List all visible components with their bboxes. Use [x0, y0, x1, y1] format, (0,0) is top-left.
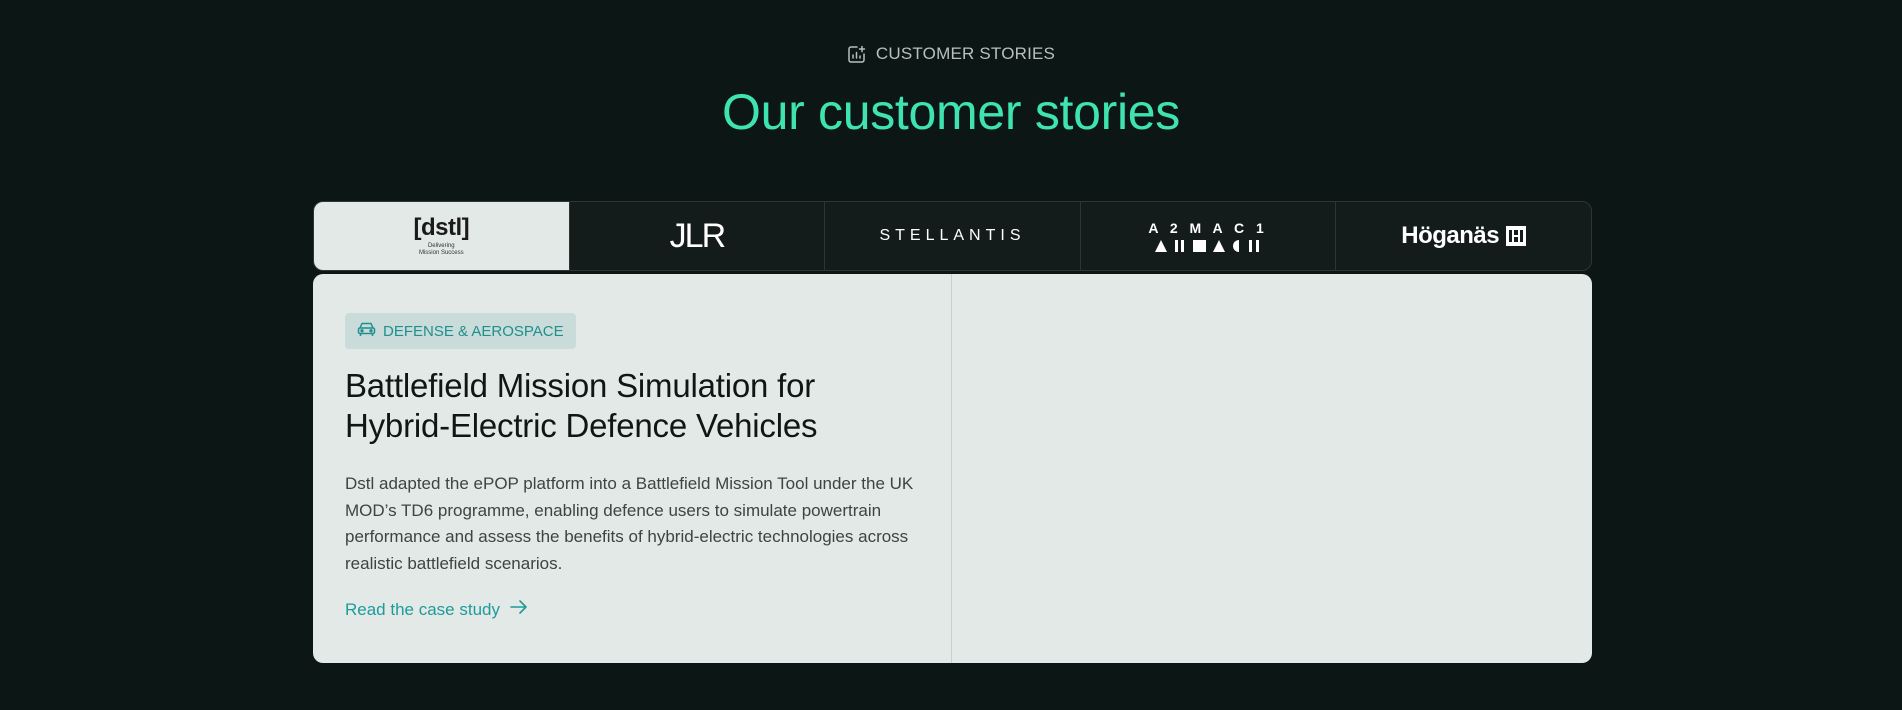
customer-logo-tabs: [dstl] Delivering Mission Success JLR ST… — [313, 201, 1592, 271]
car-icon — [357, 321, 376, 341]
eyebrow-label: CUSTOMER STORIES — [875, 44, 1056, 63]
chart-sparkle-icon — [847, 45, 866, 64]
category-label: DEFENSE & AEROSPACE — [383, 322, 564, 340]
story-card: DEFENSE & AEROSPACE Battlefield Mission … — [313, 274, 1592, 663]
tab-hoganas[interactable]: Höganäs — [1335, 202, 1591, 270]
story-media — [952, 274, 1592, 663]
tab-jlr[interactable]: JLR — [568, 202, 825, 270]
a2mac1-logo: A 2 M A C 1 — [1148, 220, 1267, 252]
tab-dstl[interactable]: [dstl] Delivering Mission Success — [314, 202, 569, 270]
tab-a2mac1[interactable]: A 2 M A C 1 — [1079, 202, 1336, 270]
dstl-logo: [dstl] Delivering Mission Success — [413, 214, 470, 257]
jlr-logo: JLR — [669, 216, 726, 255]
arrow-right-icon — [510, 599, 528, 620]
tab-stellantis[interactable]: STELLANTIS — [824, 202, 1080, 270]
section-heading: Our customer stories — [721, 84, 1180, 140]
story-content: DEFENSE & AEROSPACE Battlefield Mission … — [313, 274, 952, 663]
stellantis-logo: STELLANTIS — [879, 227, 1026, 244]
read-link-label: Read the case study — [345, 599, 500, 619]
story-title: Battlefield Mission Simulation for Hybri… — [345, 367, 818, 444]
customer-stories-section: CUSTOMER STORIES Our customer stories [d… — [0, 0, 1902, 710]
section-eyebrow: CUSTOMER STORIES — [0, 44, 1902, 64]
category-badge: DEFENSE & AEROSPACE — [345, 313, 576, 349]
story-description: Dstl adapted the ePOP platform into a Ba… — [345, 474, 914, 573]
read-case-study-link[interactable]: Read the case study — [345, 599, 528, 620]
hoganas-logo: Höganäs — [1401, 222, 1527, 250]
